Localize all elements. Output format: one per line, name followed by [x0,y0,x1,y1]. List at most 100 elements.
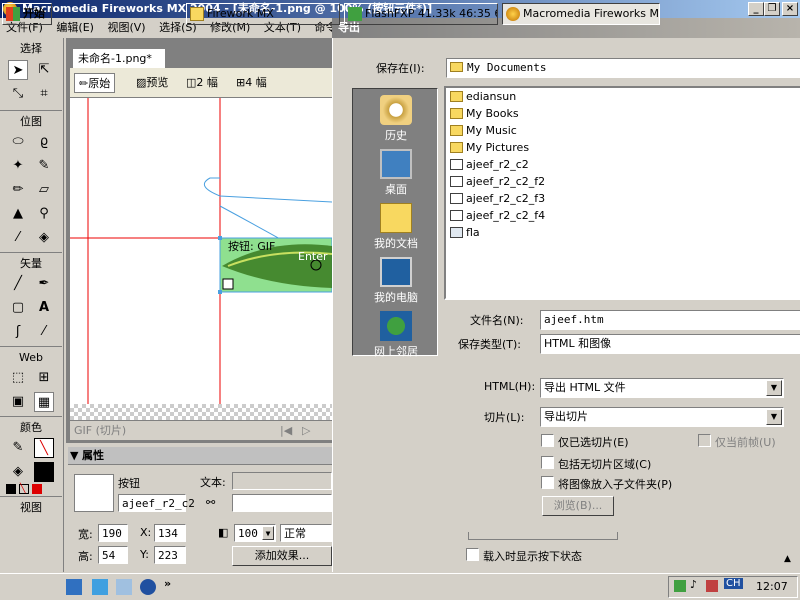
opacity-field[interactable]: 100 ▼ [234,524,276,542]
lasso-tool-icon[interactable]: ϱ [34,132,54,152]
y-field[interactable]: 223 [154,546,186,564]
file-item[interactable]: My Pictures [446,139,800,156]
place-network[interactable]: 网上邻居 [353,311,439,359]
selected-slices-checkbox[interactable] [541,434,554,447]
stroke-color-icon[interactable]: ✎ [8,438,28,458]
task-fireworks[interactable]: Macromedia Fireworks M... [502,3,660,25]
slices-select[interactable]: 导出切片 ▼ [540,407,784,427]
restore-button[interactable]: ❐ [764,2,780,16]
html-select[interactable]: 导出 HTML 文件 ▼ [540,378,784,398]
close-button[interactable]: × [782,2,798,16]
object-name-field[interactable]: ajeef_r2_c2 [118,494,195,512]
eraser-tool-icon[interactable]: ▱ [34,180,54,200]
subselect-tool-icon[interactable]: ⇱ [34,60,54,80]
blend-mode-select[interactable]: 正常 [280,524,332,542]
no-slice-area-checkbox[interactable] [541,456,554,469]
crop-tool-icon[interactable]: ⌗ [34,84,54,104]
marquee-tool-icon[interactable]: ⬭ [8,132,28,152]
link-field[interactable] [232,494,332,512]
language-indicator[interactable]: CH [724,578,743,589]
desktop-icon[interactable] [116,579,132,595]
view-original[interactable]: ✏原始 [74,73,116,93]
file-item[interactable]: ediansun [446,88,800,105]
file-item[interactable]: My Music [446,122,800,139]
fill-bucket-icon[interactable]: ◈ [8,462,28,482]
view-4up[interactable]: ⊞4 幅 [232,73,271,93]
dropdown-arrow-icon: ▼ [766,409,782,425]
menu-view[interactable]: 视图(V) [107,21,145,34]
first-frame-icon[interactable]: |◀ [280,421,292,441]
outlook-icon[interactable] [92,579,108,595]
play-icon[interactable]: ▷ [302,421,310,441]
place-my-computer[interactable]: 我的电脑 [353,257,439,305]
task-firework-mx[interactable]: Firework MX [186,3,340,25]
hide-slices-icon[interactable]: ▣ [8,392,28,412]
save-in-select[interactable]: My Documents [446,58,800,78]
brush-tool-icon[interactable]: ✎ [34,156,54,176]
speaker-icon[interactable]: ♪ [690,578,697,591]
file-item[interactable]: ajeef_r2_c2_f4 [446,207,800,224]
current-frame-checkbox[interactable] [698,434,711,447]
freeform-tool-icon[interactable]: ʃ [8,322,28,342]
text-tool-icon[interactable]: A [34,298,54,318]
menu-edit[interactable]: 编辑(E) [56,21,94,34]
file-item[interactable]: ajeef_r2_c2_f2 [446,173,800,190]
place-desktop[interactable]: 桌面 [353,149,439,197]
magic-wand-icon[interactable]: ✦ [8,156,28,176]
place-my-documents[interactable]: 我的文档 [353,203,439,251]
ie-icon[interactable] [66,579,82,595]
document-tab[interactable]: 未命名-1.png* [72,48,166,68]
hotspot-tool-icon[interactable]: ⬚ [8,368,28,388]
show-down-state-checkbox[interactable] [466,548,479,561]
minimize-button[interactable]: _ [748,2,764,16]
rectangle-tool-icon[interactable]: ▢ [8,298,28,318]
subfolder-checkbox[interactable] [541,476,554,489]
paint-bucket-icon[interactable]: ◈ [34,228,54,248]
network-tray-icon[interactable] [674,580,686,592]
tray-app-icon[interactable] [706,580,718,592]
stroke-swatch[interactable]: ╲ [34,438,54,458]
add-effect-button[interactable]: 添加效果... [232,546,332,566]
eyedropper-icon[interactable]: ⁄ [8,228,28,248]
view-preview[interactable]: ▨预览 [132,73,172,93]
pen-tool-icon[interactable]: ✒ [34,274,54,294]
savetype-label: 保存类型(T): [458,338,522,351]
image-file-icon [450,176,463,187]
pointer-tool-icon[interactable]: ➤ [8,60,28,80]
knife-tool-icon[interactable]: ⁄ [34,322,54,342]
default-colors-icon[interactable] [6,484,16,494]
start-button[interactable]: 开始 [2,3,52,25]
document-canvas[interactable]: 按钮: GIF Enter [70,98,332,404]
pencil-tool-icon[interactable]: ✏ [8,180,28,200]
filename-field[interactable]: ajeef.htm [540,310,800,330]
file-item[interactable]: fla [446,224,800,241]
x-field[interactable]: 134 [154,524,186,542]
width-field[interactable]: 190 [98,524,128,542]
text-field[interactable] [232,472,332,490]
file-item[interactable]: ajeef_r2_c2 [446,156,800,173]
more-icon[interactable]: » [164,577,171,590]
view-2up[interactable]: ◫2 幅 [182,73,222,93]
slice-tool-icon[interactable]: ⊞ [34,368,54,388]
scale-tool-icon[interactable]: ⤡ [8,84,28,104]
height-field[interactable]: 54 [98,546,128,564]
line-tool-icon[interactable]: ╱ [8,274,28,294]
show-slices-icon[interactable]: ▦ [34,392,54,412]
blur-tool-icon[interactable]: ▲ [8,204,28,224]
browse-button[interactable]: 浏览(B)... [542,496,614,516]
rubber-stamp-icon[interactable]: ⚲ [34,204,54,224]
fill-swatch[interactable] [34,462,54,482]
scroll-up-icon[interactable]: ▲ [784,554,791,564]
file-item[interactable]: My Books [446,105,800,122]
task-flashfxp[interactable]: FlashFXP 41.33k 46:35 6... [344,3,498,25]
flashfxp-icon [348,7,362,21]
link-icon[interactable]: ⚯ [206,496,215,509]
file-list[interactable]: ediansun My Books My Music My Pictures a… [444,86,800,300]
no-color-icon[interactable]: ╲ [19,484,29,494]
properties-header[interactable]: ▼ 属性 [68,447,332,465]
savetype-select[interactable]: HTML 和图像 [540,334,800,354]
swap-colors-icon[interactable] [32,484,42,494]
file-item[interactable]: ajeef_r2_c2_f3 [446,190,800,207]
place-history[interactable]: 历史 [353,95,439,143]
media-icon[interactable] [140,579,156,595]
